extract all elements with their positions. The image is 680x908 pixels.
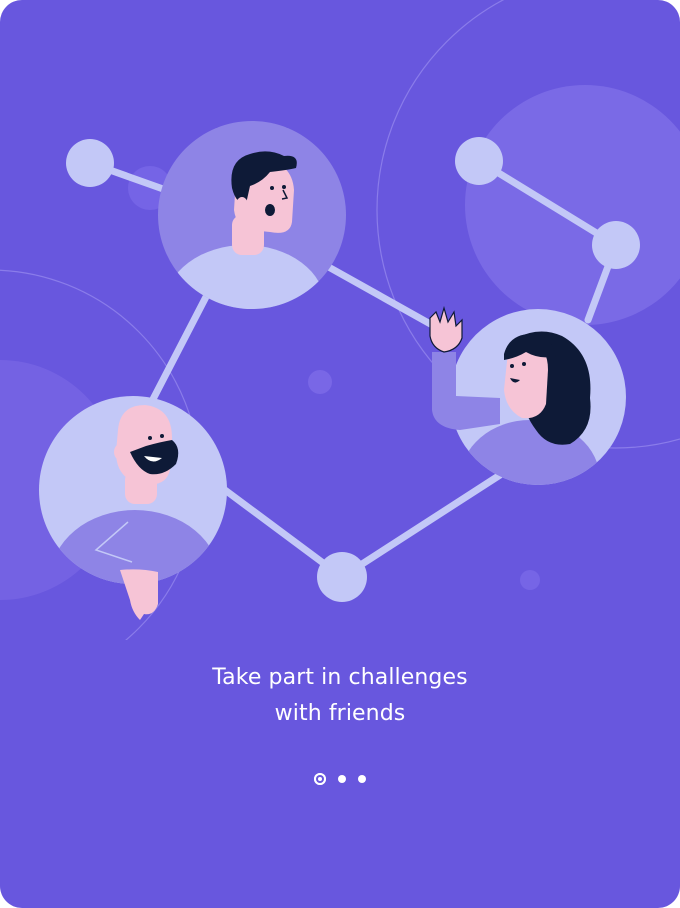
page-dot-1-active[interactable] (314, 773, 326, 785)
page-indicator (0, 770, 680, 788)
page-dot-3[interactable] (358, 775, 366, 783)
page-dot-2[interactable] (338, 775, 346, 783)
friends-network-illustration (0, 0, 680, 640)
onboarding-title: Take part in challenges with friends (0, 660, 680, 732)
title-line-2: with friends (274, 701, 406, 726)
onboarding-screen: Take part in challenges with friends (0, 0, 680, 908)
title-line-1: Take part in challenges (212, 665, 468, 690)
avatar-man-beard (39, 396, 227, 620)
